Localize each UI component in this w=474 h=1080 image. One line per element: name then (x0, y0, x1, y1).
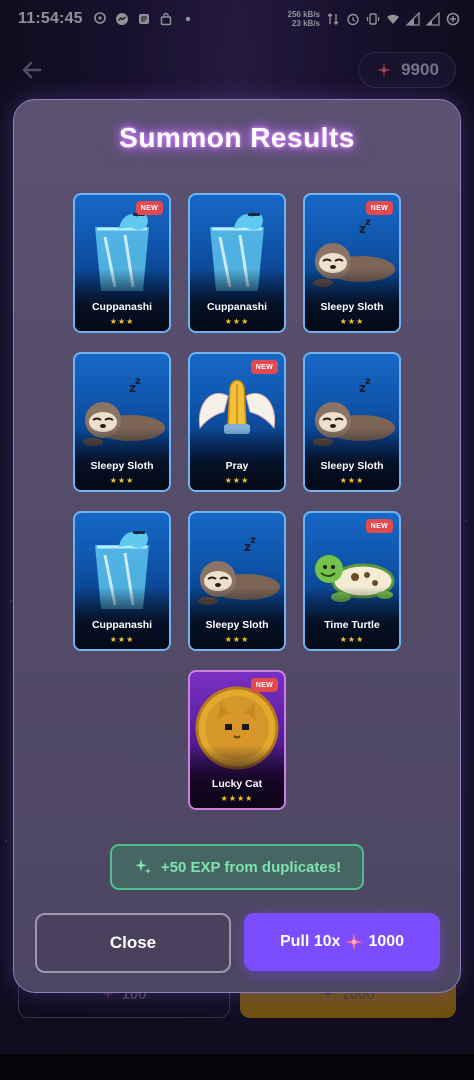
svg-text:z: z (365, 376, 371, 387)
card-name: Lucky Cat (211, 778, 263, 790)
card-name: Cuppanashi (206, 301, 268, 313)
card-name: Cuppanashi (91, 619, 153, 631)
card-name: Cuppanashi (91, 301, 153, 313)
card-stars: ★★★ (339, 476, 365, 485)
card-stars: ★★★ (109, 635, 135, 644)
result-card[interactable]: Cuppanashi ★★★ (188, 193, 286, 333)
sparkles-icon (134, 859, 151, 874)
new-badge: NEW (365, 519, 393, 533)
card-name: Pray (225, 460, 249, 472)
pull-button-label: Pull 10x (279, 933, 341, 950)
svg-text:z: z (365, 217, 371, 228)
new-badge: NEW (250, 360, 278, 374)
card-name: Sleepy Sloth (320, 460, 384, 472)
card-stars: ★★★ (109, 317, 135, 326)
summon-results-modal: Summon Results Cuppanashi ★★★ NEW Cuppan… (13, 99, 461, 993)
new-badge: NEW (135, 201, 163, 215)
card-name: Sleepy Sloth (320, 301, 384, 313)
result-card[interactable]: z z Sleepy Sloth ★★★ NEW (303, 193, 401, 333)
pull-button-cost: 1000 (368, 933, 405, 950)
card-name: Time Turtle (324, 619, 380, 631)
close-button[interactable]: Close (35, 913, 231, 973)
card-stars: ★★★ (224, 476, 250, 485)
result-card[interactable]: Cuppanashi ★★★ NEW (73, 193, 171, 333)
exp-banner-text: +50 EXP from duplicates! (160, 858, 342, 876)
new-badge: NEW (365, 201, 393, 215)
result-card[interactable]: Time Turtle ★★★ NEW (303, 511, 401, 651)
pull-10x-button[interactable]: Pull 10x 1000 (244, 913, 440, 971)
result-card[interactable]: z z Sleepy Sloth ★★★ (188, 511, 286, 651)
result-card[interactable]: Cuppanashi ★★★ (73, 511, 171, 651)
svg-text:z: z (135, 376, 141, 387)
result-card[interactable]: z z Sleepy Sloth ★★★ (73, 352, 171, 492)
result-card[interactable]: Pray ★★★ NEW (188, 352, 286, 492)
card-stars: ★★★ (339, 317, 365, 326)
card-stars: ★★★ (109, 476, 135, 485)
card-stars: ★★★★ (220, 794, 254, 803)
svg-text:z: z (250, 535, 256, 546)
result-card[interactable]: z z Sleepy Sloth ★★★ (303, 352, 401, 492)
modal-title: Summon Results (119, 122, 355, 153)
card-name: Sleepy Sloth (205, 619, 269, 631)
sparkle-icon (345, 933, 364, 951)
card-stars: ★★★ (339, 635, 365, 644)
new-badge: NEW (250, 678, 278, 692)
card-stars: ★★★ (224, 317, 250, 326)
card-name: Sleepy Sloth (90, 460, 154, 472)
exp-banner: +50 EXP from duplicates! (110, 844, 364, 890)
result-card[interactable]: Lucky Cat ★★★★ NEW (188, 670, 286, 810)
card-stars: ★★★ (224, 635, 250, 644)
